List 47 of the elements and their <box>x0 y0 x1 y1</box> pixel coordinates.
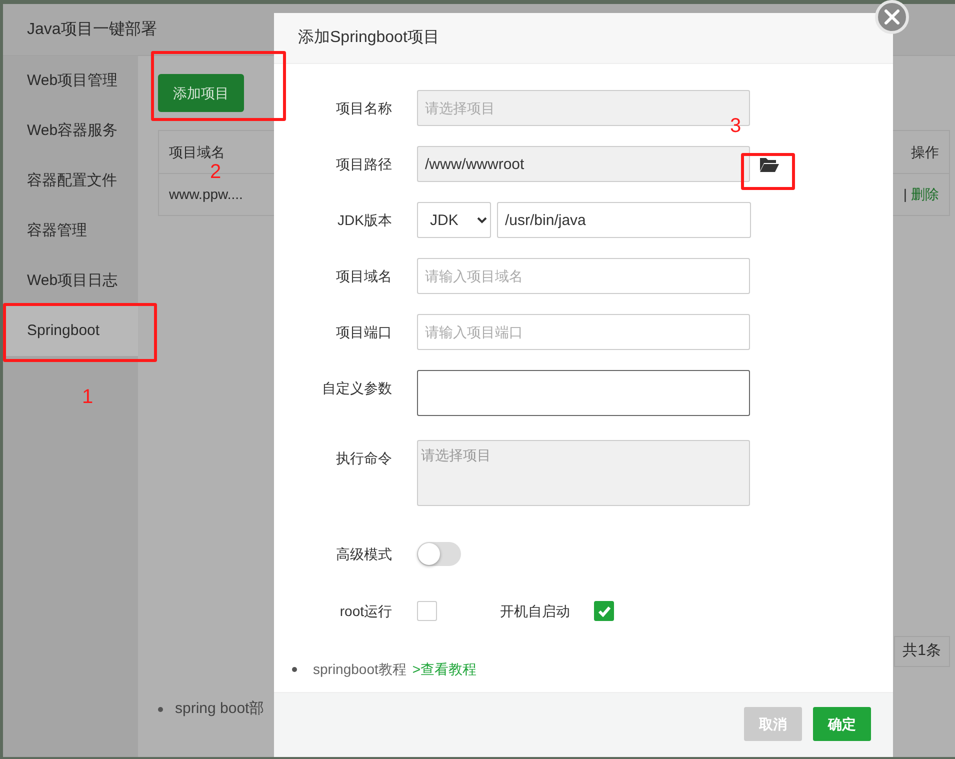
annotation-number: 1 <box>82 387 94 407</box>
separator-text: | <box>903 185 907 204</box>
field-label: 项目名称 <box>335 99 392 118</box>
dialog-title: 添加Springboot项目 <box>298 28 440 48</box>
field-label: JDK版本 <box>336 211 392 230</box>
annotation-box <box>741 153 795 190</box>
checkbox[interactable] <box>417 601 437 621</box>
field-label: 项目路径 <box>335 155 392 174</box>
checkbox-label: 开机自启动 <box>500 602 570 621</box>
text-area[interactable] <box>417 370 750 416</box>
tutorial-link[interactable]: >查看教程 <box>412 659 477 680</box>
toggle-switch[interactable] <box>417 542 461 566</box>
input-field[interactable]: /www/wwwroot <box>417 146 750 182</box>
field-label: 高级模式 <box>335 545 392 564</box>
field-label: 项目域名 <box>335 267 392 286</box>
checkbox-label: root运行 <box>338 602 392 621</box>
table-cell-text: www.ppw.... <box>169 185 243 204</box>
tutorial-text: springboot教程 <box>313 660 406 679</box>
field-label: 执行命令 <box>335 449 392 468</box>
field-label: 自定义参数 <box>321 379 392 398</box>
sidebar-item[interactable]: Web项目日志 <box>3 256 138 306</box>
close-icon <box>884 9 900 25</box>
bullet-icon <box>292 667 297 672</box>
input-field[interactable]: /usr/bin/java <box>497 202 751 238</box>
input-field[interactable]: 请输入项目端口 <box>417 314 750 350</box>
annotation-number: 2 <box>210 162 222 182</box>
jdk-select[interactable]: JDK <box>417 202 491 238</box>
sidebar-item[interactable]: 容器管理 <box>3 206 138 256</box>
footer-note: spring boot部 <box>175 699 264 719</box>
add-project-button[interactable]: 添加项目 <box>158 74 244 112</box>
confirm-button[interactable]: 确定 <box>813 707 871 741</box>
check-icon <box>598 606 610 616</box>
input-field[interactable]: 请输入项目域名 <box>417 258 750 294</box>
field-label: 项目端口 <box>335 323 392 342</box>
column-header: 操作 <box>911 142 939 162</box>
sidebar-item[interactable]: Springboot <box>3 306 138 356</box>
sidebar-item[interactable]: 容器配置文件 <box>3 156 138 206</box>
column-header: 项目域名 <box>169 142 225 162</box>
bullet-icon <box>158 706 163 712</box>
window-title: Java项目一键部署 <box>27 20 157 40</box>
folder-icon <box>760 156 779 172</box>
sidebar-item[interactable]: Web容器服务 <box>3 106 138 156</box>
checkbox[interactable] <box>594 601 614 621</box>
pagination-count: 共1条 <box>894 636 950 666</box>
delete-link[interactable]: 删除 <box>911 184 939 205</box>
sidebar-item[interactable]: Web项目管理 <box>3 56 138 106</box>
folder-button[interactable] <box>760 156 779 172</box>
